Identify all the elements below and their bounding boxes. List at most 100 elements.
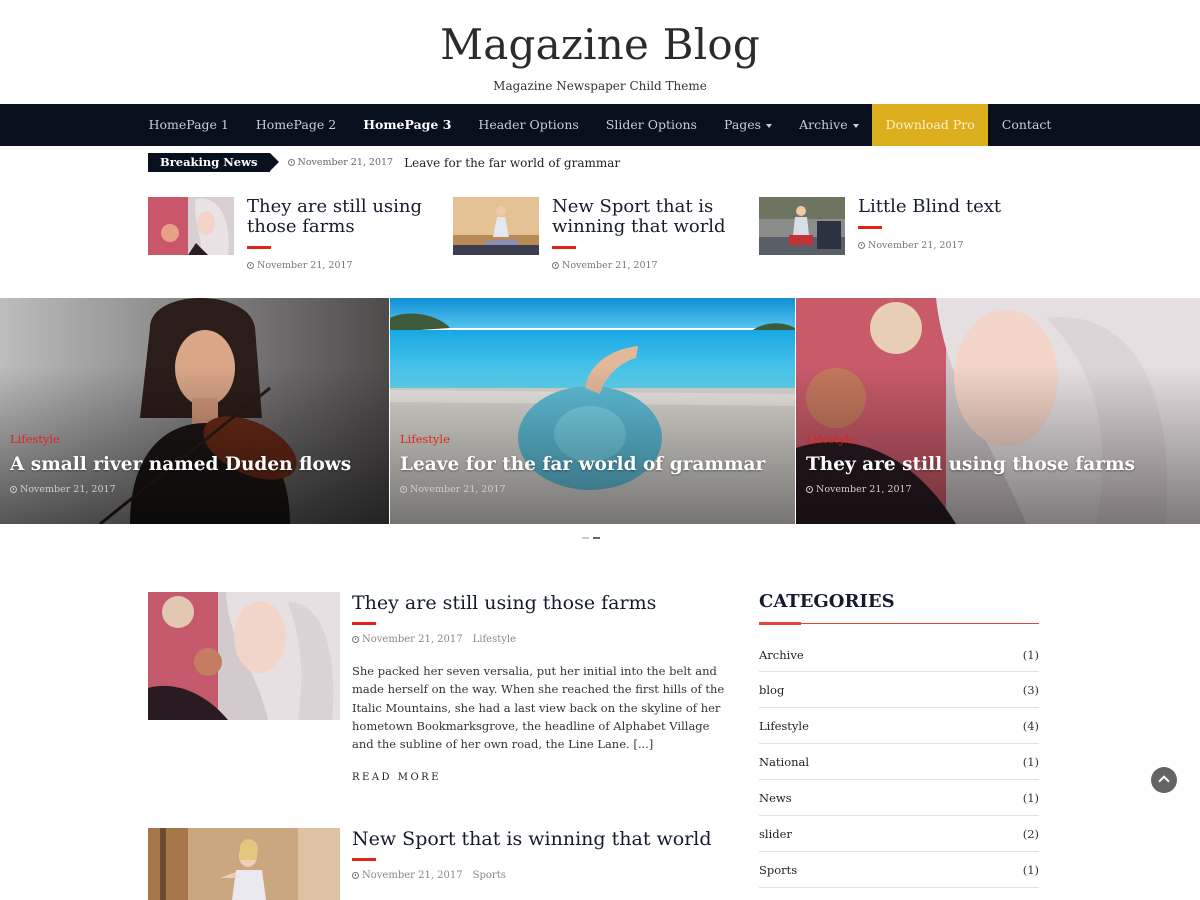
clock-icon [352,636,359,643]
post-body: They are still using those farms Novembe… [352,592,732,783]
clock-icon [352,872,359,879]
nav-item-pages[interactable]: Pages [710,104,785,146]
scroll-to-top-button[interactable] [1151,767,1177,793]
slide-title[interactable]: A small river named Duden flows [10,454,351,475]
category-name[interactable]: Sports [759,863,797,877]
post-body: New Sport that is winning that world Nov… [352,828,732,900]
featured-post-title[interactable]: New Sport that is winning that world [552,197,742,237]
post-meta: November 21, 2017 Sports [352,870,732,881]
slide-date-text: November 21, 2017 [410,484,506,495]
nav-item-homepage-3[interactable]: HomePage 3 [350,104,465,146]
slide-date-text: November 21, 2017 [816,484,912,495]
slide-caption: Lifestyle They are still using those far… [806,432,1135,495]
title-underline [352,622,376,625]
slide-caption: Lifestyle Leave for the far world of gra… [400,432,765,495]
category-item-blog[interactable]: blog (3) [759,672,1039,708]
nav-item-pages-label: Pages [723,117,762,132]
post-date-text: November 21, 2017 [868,240,964,251]
category-count: (1) [1022,754,1039,769]
category-name[interactable]: Archive [759,648,804,662]
clock-icon [806,486,813,493]
category-item-sports[interactable]: Sports (1) [759,852,1039,888]
post-title[interactable]: They are still using those farms [352,592,732,614]
breaking-news-headline[interactable]: Leave for the far world of grammar [404,156,620,170]
post-excerpt: She packed her seven versalia, put her i… [352,664,725,752]
nav-item-archive[interactable]: Archive [786,104,873,146]
post-date: November 21, 2017 [858,240,1048,251]
nav-item-homepage-1[interactable]: HomePage 1 [135,104,242,146]
title-underline [247,246,271,249]
category-item-archive[interactable]: Archive (1) [759,639,1039,672]
category-item-national[interactable]: National (1) [759,744,1039,780]
clock-icon [247,262,254,269]
nav-item-header-options[interactable]: Header Options [465,104,592,146]
clock-icon [10,486,17,493]
category-name[interactable]: slider [759,827,792,841]
post-category[interactable]: Sports [473,870,506,881]
site-header: Magazine Blog Magazine Newspaper Child T… [0,0,1200,104]
category-name[interactable]: blog [759,683,784,697]
post-card: They are still using those farms Novembe… [148,592,732,783]
title-underline [552,246,576,249]
category-name[interactable]: National [759,755,809,769]
featured-post: Little Blind text November 21, 2017 [759,197,1048,255]
slide-date: November 21, 2017 [10,484,351,495]
slide-category[interactable]: Lifestyle [10,432,351,446]
category-count: (3) [1022,682,1039,697]
title-underline [352,858,376,861]
post-thumbnail[interactable] [148,592,340,720]
slide[interactable]: Lifestyle A small river named Duden flow… [0,298,389,524]
category-item-slider[interactable]: slider (2) [759,816,1039,852]
nav-item-download-pro[interactable]: Download Pro [872,104,989,146]
post-date-text: November 21, 2017 [562,260,658,271]
featured-post-title[interactable]: They are still using those farms [247,197,437,237]
post-title[interactable]: New Sport that is winning that world [352,828,732,850]
nav-item-archive-label: Archive [799,117,848,132]
slide-title[interactable]: They are still using those farms [806,454,1135,475]
site-tagline: Magazine Newspaper Child Theme [493,79,707,93]
category-item-news[interactable]: News (1) [759,780,1039,816]
category-count: (1) [1022,862,1039,877]
breaking-news-date: November 21, 2017 [287,157,394,168]
featured-post-body: New Sport that is winning that world Nov… [552,197,742,271]
post-card: New Sport that is winning that world Nov… [148,828,732,900]
slide[interactable]: Lifestyle They are still using those far… [796,298,1200,524]
category-name[interactable]: Lifestyle [759,719,809,733]
slide-category[interactable]: Lifestyle [400,432,765,446]
site-title[interactable]: Magazine Blog [0,0,1200,71]
post-thumbnail[interactable] [148,828,340,900]
category-name[interactable]: News [759,791,792,805]
featured-post-body: They are still using those farms Novembe… [247,197,437,271]
featured-slider: Lifestyle A small river named Duden flow… [0,298,1200,524]
read-more-link[interactable]: READ MORE [352,772,732,783]
title-underline [858,226,882,229]
post-category[interactable]: Lifestyle [473,634,516,645]
clock-icon [858,242,865,249]
slide-category[interactable]: Lifestyle [806,432,1135,446]
categories-list: Archive (1) blog (3) Lifestyle (4) National… [759,639,1039,888]
slide-title[interactable]: Leave for the far world of grammar [400,454,765,475]
category-item-lifestyle[interactable]: Lifestyle (4) [759,708,1039,744]
featured-thumbnail[interactable] [453,197,539,255]
breaking-news-date-text: November 21, 2017 [297,157,394,168]
featured-thumbnail[interactable] [148,197,234,255]
slider-dot[interactable] [582,537,589,539]
slider-dot-active[interactable] [593,537,600,539]
breaking-news-bar: Breaking News November 21, 2017 Leave fo… [148,153,620,172]
slider-pagination [582,537,600,539]
post-date: November 21, 2017 [362,634,463,645]
post-date-text: November 21, 2017 [257,260,353,271]
categories-widget-title: CATEGORIES [759,591,895,612]
clock-icon [552,262,559,269]
featured-thumbnail[interactable] [759,197,845,255]
nav-item-contact[interactable]: Contact [988,104,1065,146]
featured-post: They are still using those farms Novembe… [148,197,437,271]
nav-item-slider-options[interactable]: Slider Options [592,104,710,146]
category-count: (1) [1022,648,1039,662]
breaking-news-label: Breaking News [148,153,278,172]
featured-post-title[interactable]: Little Blind text [858,197,1048,217]
nav-item-homepage-2[interactable]: HomePage 2 [242,104,349,146]
post-date: November 21, 2017 [362,870,463,881]
slide[interactable]: Lifestyle Leave for the far world of gra… [390,298,795,524]
widget-title-underline [759,622,1039,625]
